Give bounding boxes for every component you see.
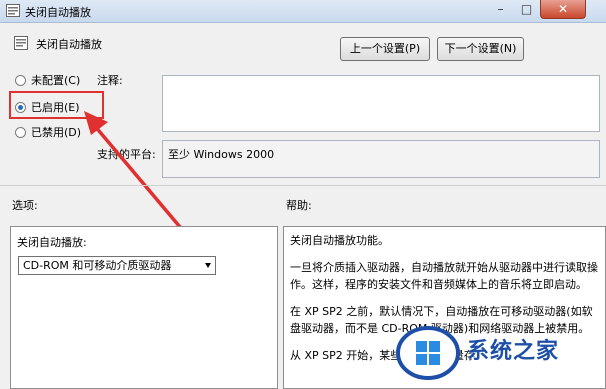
help-paragraph: 关闭自动播放功能。	[290, 234, 389, 247]
watermark: 系统之家	[391, 315, 606, 389]
radio-button-icon[interactable]	[15, 126, 26, 138]
policy-icon	[6, 4, 20, 17]
autoplay-option-label: 关闭自动播放:	[17, 236, 87, 249]
watermark-text: 系统之家	[467, 339, 560, 364]
options-pane: 关闭自动播放: CD-ROM 和可移动介质驱动器	[10, 226, 278, 389]
autoplay-drive-select[interactable]: CD-ROM 和可移动介质驱动器	[18, 256, 216, 275]
divider	[0, 185, 606, 186]
annotation-arrow-icon	[84, 111, 182, 229]
comment-textarea[interactable]	[162, 75, 600, 132]
maximize-button[interactable]: □	[514, 0, 539, 18]
select-value: CD-ROM 和可移动介质驱动器	[23, 259, 172, 272]
close-button[interactable]: ✕	[540, 0, 586, 19]
watermark-logo-icon	[396, 326, 460, 380]
window-title: 关闭自动播放	[25, 6, 91, 19]
help-label: 帮助:	[286, 199, 312, 212]
supported-platform-field: 至少 Windows 2000	[162, 140, 600, 178]
title-bar: 关闭自动播放 – □ ✕	[0, 0, 606, 23]
options-label: 选项:	[12, 199, 38, 212]
next-setting-button[interactable]: 下一个设置(N)	[437, 37, 524, 61]
policy-dialog: 关闭自动播放 – □ ✕ 关闭自动播放 上一个设置(P) 下一个设置(N) 未配…	[0, 0, 606, 389]
chevron-down-icon[interactable]	[205, 263, 211, 268]
radio-disabled[interactable]: 已禁用(D)	[15, 124, 81, 140]
previous-setting-button[interactable]: 上一个设置(P)	[340, 37, 430, 61]
setting-title: 关闭自动播放	[36, 38, 102, 51]
radio-not-configured[interactable]: 未配置(C)	[15, 72, 80, 88]
setting-icon	[14, 36, 28, 50]
minimize-button[interactable]: –	[488, 0, 513, 18]
radio-label: 已禁用(D)	[31, 126, 82, 139]
help-paragraph: 一旦将介质插入驱动器，自动播放就开始从驱动器中进行读取操作。这样，程序的安装文件…	[290, 261, 598, 291]
comment-label: 注释:	[97, 74, 123, 87]
radio-label: 未配置(C)	[31, 74, 81, 87]
radio-button-icon[interactable]	[15, 74, 26, 86]
